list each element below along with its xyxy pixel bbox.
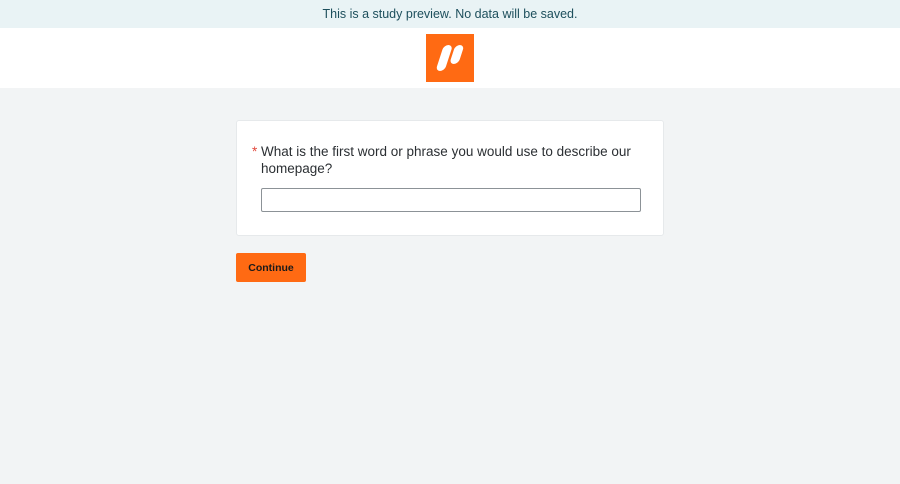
preview-banner: This is a study preview. No data will be…	[0, 0, 900, 28]
header	[0, 28, 900, 88]
answer-input[interactable]	[261, 188, 641, 212]
question-label: * What is the first word or phrase you w…	[252, 143, 631, 177]
continue-button[interactable]: Continue	[236, 253, 306, 282]
preview-banner-text: This is a study preview. No data will be…	[322, 7, 578, 21]
question-text: What is the first word or phrase you wou…	[261, 144, 631, 176]
required-marker: *	[252, 144, 258, 159]
question-card: * What is the first word or phrase you w…	[236, 120, 664, 236]
brand-logo-icon	[426, 34, 474, 82]
